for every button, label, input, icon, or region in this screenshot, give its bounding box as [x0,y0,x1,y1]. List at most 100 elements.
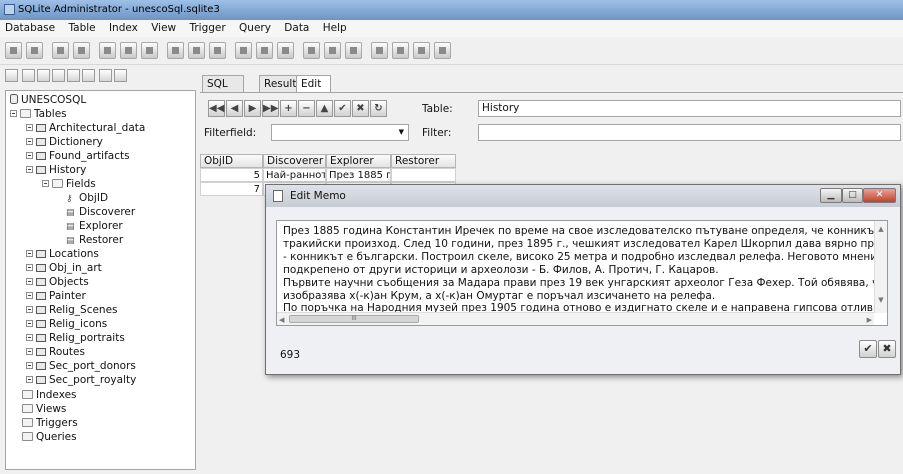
tree-table-history[interactable]: History [26,163,86,177]
refresh-data-icon[interactable]: ↻ [370,100,387,117]
grid-view-icon[interactable] [37,69,50,82]
minimize-icon[interactable]: ▁ [820,188,842,203]
delete-record-icon[interactable]: − [298,100,315,117]
column-header[interactable]: Restorer [391,154,456,168]
menu-table[interactable]: Table [63,20,100,37]
menu-help[interactable]: Help [318,20,352,37]
tree-table[interactable]: Dictionery [26,135,103,149]
create-index-icon[interactable] [167,42,184,59]
menu-trigger[interactable]: Trigger [184,20,230,37]
tree-field[interactable]: ▤ Restorer [66,233,123,247]
tree-field[interactable]: ▤ Discoverer [66,205,135,219]
expand-icon[interactable] [26,250,33,257]
tree-triggers[interactable]: Triggers [22,416,78,430]
ok-button[interactable]: ✔ [859,340,877,358]
insert-record-icon[interactable]: + [280,100,297,117]
scroll-thumb[interactable]: III [289,315,419,323]
delete-table-icon[interactable] [141,42,158,59]
column-header[interactable]: Discoverer [263,154,326,168]
tree-fields[interactable]: Fields [42,177,96,191]
create-trigger-icon[interactable] [303,42,320,59]
last-record-icon[interactable]: ▶▶ [262,100,279,117]
new-database-icon[interactable] [5,42,22,59]
tree-table[interactable]: Relig_icons [26,317,107,331]
scroll-left-icon[interactable]: ◀ [279,314,284,325]
tree-tables[interactable]: Tables [10,107,67,121]
tree-table[interactable]: Objects [26,275,89,289]
tab-sql-query[interactable]: SQL Query [202,75,244,106]
grid-cell[interactable]: 7 [200,182,263,196]
collapse-icon[interactable] [26,166,33,173]
open-database-icon[interactable] [26,42,43,59]
tree-table[interactable]: Found_artifacts [26,149,130,163]
grid-cell[interactable]: През 1885 г [326,168,391,182]
list-view-icon[interactable] [52,69,65,82]
menu-index[interactable]: Index [104,20,143,37]
edit-view-icon[interactable] [256,42,273,59]
delete-index-icon[interactable] [209,42,226,59]
collapse-icon[interactable] [10,110,17,117]
tree-table[interactable]: Sec_port_donors [26,359,136,373]
filterfield-select[interactable]: ▼ [271,124,409,141]
import-icon[interactable] [413,42,430,59]
collapse-icon[interactable] [42,180,49,187]
filter-input[interactable] [478,124,901,141]
tree-root[interactable]: UNESCOSQL [10,93,86,107]
tree-field[interactable]: ⚷ ObjID [66,191,108,205]
tree-indexes[interactable]: Indexes [22,388,77,402]
first-record-icon[interactable]: ◀◀ [208,100,225,117]
create-view-icon[interactable] [235,42,252,59]
cancel-button[interactable]: ✖ [878,340,896,358]
column-header[interactable]: Explorer [326,154,391,168]
horizontal-scrollbar[interactable]: ◀ III ▶ [277,312,874,325]
tree-table[interactable]: Obj_in_art [26,261,102,275]
tree-queries[interactable]: Queries [22,430,77,444]
grid-cell[interactable]: Най-ранното [263,168,326,182]
create-table-icon[interactable] [99,42,116,59]
print-icon[interactable] [99,69,112,82]
tree-table[interactable]: Sec_port_royalty [26,373,136,387]
next-record-icon[interactable]: ▶ [244,100,261,117]
expand-icon[interactable] [26,152,33,159]
attach-icon[interactable] [52,42,69,59]
tree-table[interactable]: Relig_Scenes [26,303,118,317]
menu-data[interactable]: Data [279,20,314,37]
delete-trigger-icon[interactable] [345,42,362,59]
query-icon[interactable] [371,42,388,59]
settings-icon[interactable] [434,42,451,59]
edit-trigger-icon[interactable] [324,42,341,59]
edit-table-icon[interactable] [120,42,137,59]
tree-table[interactable]: Locations [26,247,99,261]
refresh-icon[interactable] [114,69,127,82]
column-header[interactable]: ObjID [200,154,263,168]
scroll-right-icon[interactable]: ▶ [867,314,872,325]
detail-view-icon[interactable] [67,69,80,82]
table-view-icon[interactable] [22,69,35,82]
menu-database[interactable]: Database [0,20,60,37]
expand-icon[interactable] [26,362,33,369]
memo-text-area[interactable]: През 1885 година Константин Иречек по вр… [276,220,888,326]
expand-icon[interactable] [26,306,33,313]
expand-icon[interactable] [26,334,33,341]
table-name-field[interactable]: History [478,100,901,117]
edit-record-icon[interactable]: ▲ [316,100,333,117]
export-icon[interactable] [392,42,409,59]
tree-table[interactable]: Painter [26,289,86,303]
cancel-record-icon[interactable]: ✖ [352,100,369,117]
expand-icon[interactable] [26,138,33,145]
menu-view[interactable]: View [146,20,181,37]
tree-field[interactable]: ▤ Explorer [66,219,123,233]
expand-icon[interactable] [26,348,33,355]
grid-cell[interactable] [391,168,456,182]
expand-icon[interactable] [26,124,33,131]
delete-view-icon[interactable] [277,42,294,59]
tools-icon[interactable] [73,42,90,59]
tab-edit-data[interactable]: Edit Data [296,75,332,106]
tree-views[interactable]: Views [22,402,66,416]
post-record-icon[interactable]: ✔ [334,100,351,117]
tree-view-icon[interactable] [5,69,18,82]
filter-icon[interactable] [82,69,95,82]
close-icon[interactable]: ✕ [863,188,896,203]
maximize-icon[interactable]: □ [842,188,863,203]
expand-icon[interactable] [26,264,33,271]
